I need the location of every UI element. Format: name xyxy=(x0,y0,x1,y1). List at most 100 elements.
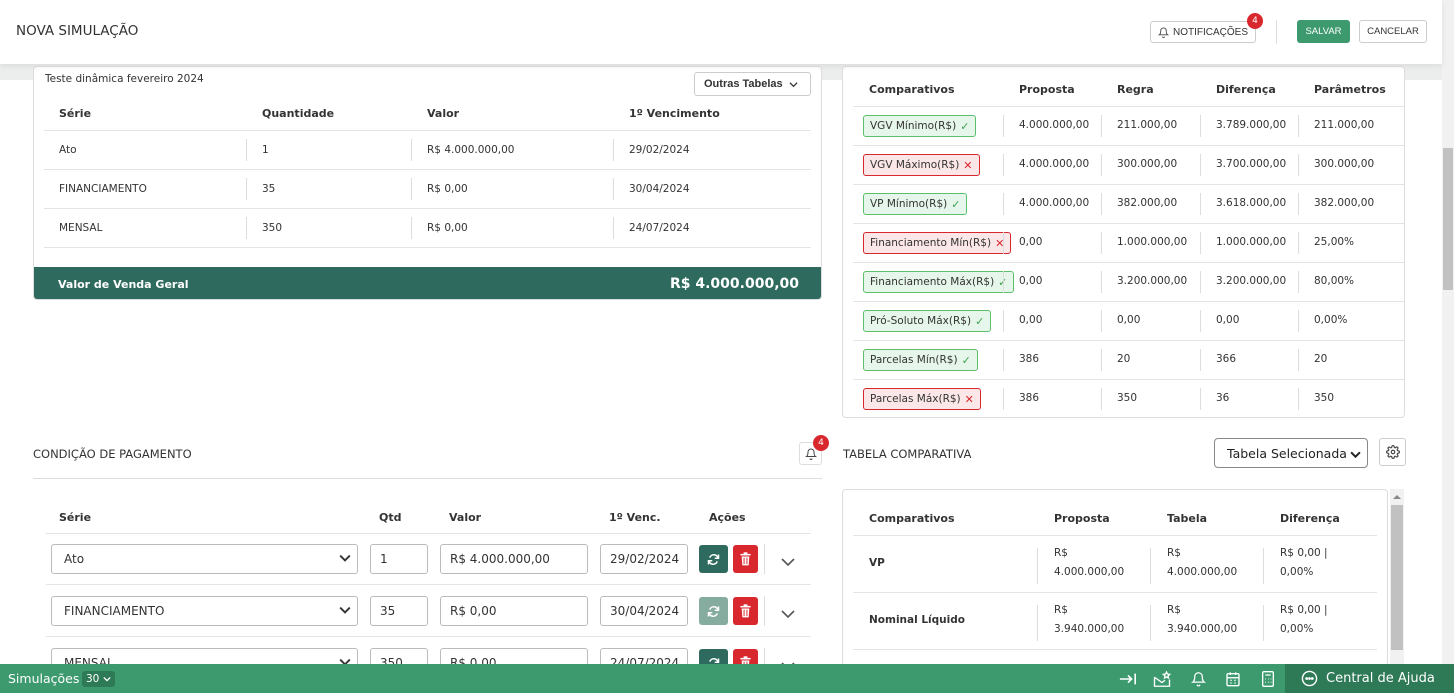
divider xyxy=(46,533,811,534)
chat-icon xyxy=(1301,670,1318,687)
cell-separator xyxy=(1298,388,1299,410)
table-select[interactable]: Tabela Selecionada xyxy=(1214,438,1368,468)
page-scrollbar-thumb[interactable] xyxy=(1443,148,1453,290)
cell-separator xyxy=(1200,271,1201,293)
comparison-cell: R$ 0,00 | 0,00% xyxy=(1280,601,1328,639)
col-header-proposta: Proposta xyxy=(1019,83,1075,96)
cell-separator xyxy=(246,178,247,200)
comparison-cell: R$ 3.940.000,00 xyxy=(1167,601,1237,639)
rule-parametros-value: 300.000,00 xyxy=(1314,158,1375,170)
check-icon: ✓ xyxy=(975,314,985,328)
divider xyxy=(853,649,1377,650)
summary-cell: 24/07/2024 xyxy=(629,222,690,234)
trash-icon xyxy=(740,604,751,618)
comparison-table-scrollbar-thumb[interactable] xyxy=(1391,505,1403,650)
serie-select[interactable]: Ato xyxy=(51,544,358,574)
cell-separator xyxy=(1101,154,1102,176)
settings-button[interactable] xyxy=(1379,438,1406,466)
due-date-value: 29/02/2024 xyxy=(610,552,680,566)
divider xyxy=(853,535,1377,536)
payment-alerts-badge: 4 xyxy=(813,435,829,451)
bell-icon[interactable] xyxy=(1189,670,1207,688)
scroll-up-icon[interactable] xyxy=(1392,493,1402,501)
cell-separator xyxy=(1150,605,1151,641)
notifications-label: NOTIFICAÇÕES xyxy=(1173,26,1249,38)
expand-row-button[interactable] xyxy=(781,605,795,624)
divider xyxy=(853,301,1404,302)
divider xyxy=(853,223,1404,224)
cell-line: R$ xyxy=(1054,604,1068,616)
cancel-button[interactable]: CANCELAR xyxy=(1359,20,1427,43)
due-date-input[interactable]: 30/04/2024 xyxy=(600,596,688,626)
col-header-serie: Série xyxy=(59,107,92,120)
cell-separator xyxy=(1003,154,1004,176)
cell-separator xyxy=(1003,193,1004,215)
total-label: Valor de Venda Geral xyxy=(58,278,189,291)
table-select-value: Tabela Selecionada xyxy=(1227,445,1347,461)
mail-star-icon[interactable] xyxy=(1153,670,1171,688)
other-tables-label: Outras Tabelas xyxy=(704,78,783,90)
collapse-right-icon[interactable] xyxy=(1119,670,1137,688)
cell-line: 0,00% xyxy=(1280,623,1314,635)
help-center-button[interactable]: Central de Ajuda xyxy=(1285,664,1454,693)
serie-value: FINANCIAMENTO xyxy=(64,604,165,618)
comparison-label: VP xyxy=(869,557,885,569)
divider xyxy=(853,592,1377,593)
comparison-label: Nominal Líquido xyxy=(869,614,965,626)
divider xyxy=(853,184,1404,185)
calculator-icon[interactable] xyxy=(1259,670,1277,688)
save-button[interactable]: SALVAR xyxy=(1297,20,1350,43)
simulations-count-dropdown[interactable]: 30 xyxy=(82,671,116,687)
delete-button[interactable] xyxy=(733,597,758,625)
divider xyxy=(853,379,1404,380)
comparison-table-title: TABELA COMPARATIVA xyxy=(843,447,972,461)
cell-separator xyxy=(1263,548,1264,584)
rule-status-badge: Financiamento Mín(R$) ✕ xyxy=(863,232,1012,254)
notifications-count-badge: 4 xyxy=(1247,13,1263,29)
value-text: R$ 0,00 xyxy=(450,604,497,618)
comparison-cell: R$ 3.940.000,00 xyxy=(1054,601,1124,639)
rule-regra-value: 300.000,00 xyxy=(1117,158,1178,170)
delete-button[interactable] xyxy=(733,545,758,573)
recalculate-button[interactable] xyxy=(699,597,728,625)
rule-parametros-value: 80,00% xyxy=(1314,275,1355,287)
chevron-down-icon xyxy=(781,610,795,619)
rule-regra-value: 350 xyxy=(1117,392,1138,404)
rule-parametros-value: 0,00% xyxy=(1314,314,1348,326)
col-header-serie: Série xyxy=(59,511,92,524)
comparison-cell: R$ 4.000.000,00 xyxy=(1167,544,1237,582)
simulations-label[interactable]: Simulações xyxy=(8,671,79,686)
divider xyxy=(46,584,811,585)
cell-line: R$ 0,00 | xyxy=(1280,604,1328,616)
rule-regra-value: 0,00 xyxy=(1117,314,1141,326)
other-tables-dropdown[interactable]: Outras Tabelas xyxy=(694,72,811,96)
value-input[interactable]: R$ 0,00 xyxy=(440,596,588,626)
simulations-count: 30 xyxy=(86,673,100,685)
cell-separator xyxy=(1037,548,1038,584)
divider xyxy=(33,478,822,479)
divider xyxy=(853,145,1404,146)
serie-select[interactable]: FINANCIAMENTO xyxy=(51,596,358,626)
col-header-valor: Valor xyxy=(427,107,460,120)
due-date-input[interactable]: 29/02/2024 xyxy=(600,544,688,574)
cell-separator xyxy=(1200,388,1201,410)
notifications-button[interactable]: NOTIFICAÇÕES xyxy=(1150,21,1256,43)
expand-row-button[interactable] xyxy=(781,553,795,572)
bell-icon xyxy=(804,448,817,460)
rule-label: Financiamento Mín(R$) xyxy=(870,237,992,249)
calendar-icon[interactable] xyxy=(1224,670,1242,688)
check-icon: ✓ xyxy=(951,197,961,211)
quantity-input[interactable]: 35 xyxy=(370,596,428,626)
cell-separator xyxy=(1298,310,1299,332)
quantity-input[interactable]: 1 xyxy=(370,544,428,574)
recalculate-button[interactable] xyxy=(699,545,728,573)
cell-separator xyxy=(1101,349,1102,371)
serie-value: Ato xyxy=(64,552,85,566)
value-input[interactable]: R$ 4.000.000,00 xyxy=(440,544,588,574)
rule-diferenca-value: 3.200.000,00 xyxy=(1216,275,1287,287)
refresh-icon xyxy=(707,605,720,617)
rule-label: Financiamento Máx(R$) xyxy=(870,276,995,288)
check-icon: ✓ xyxy=(960,119,970,133)
page-scrollbar[interactable] xyxy=(1442,0,1454,693)
cell-separator xyxy=(764,596,765,626)
